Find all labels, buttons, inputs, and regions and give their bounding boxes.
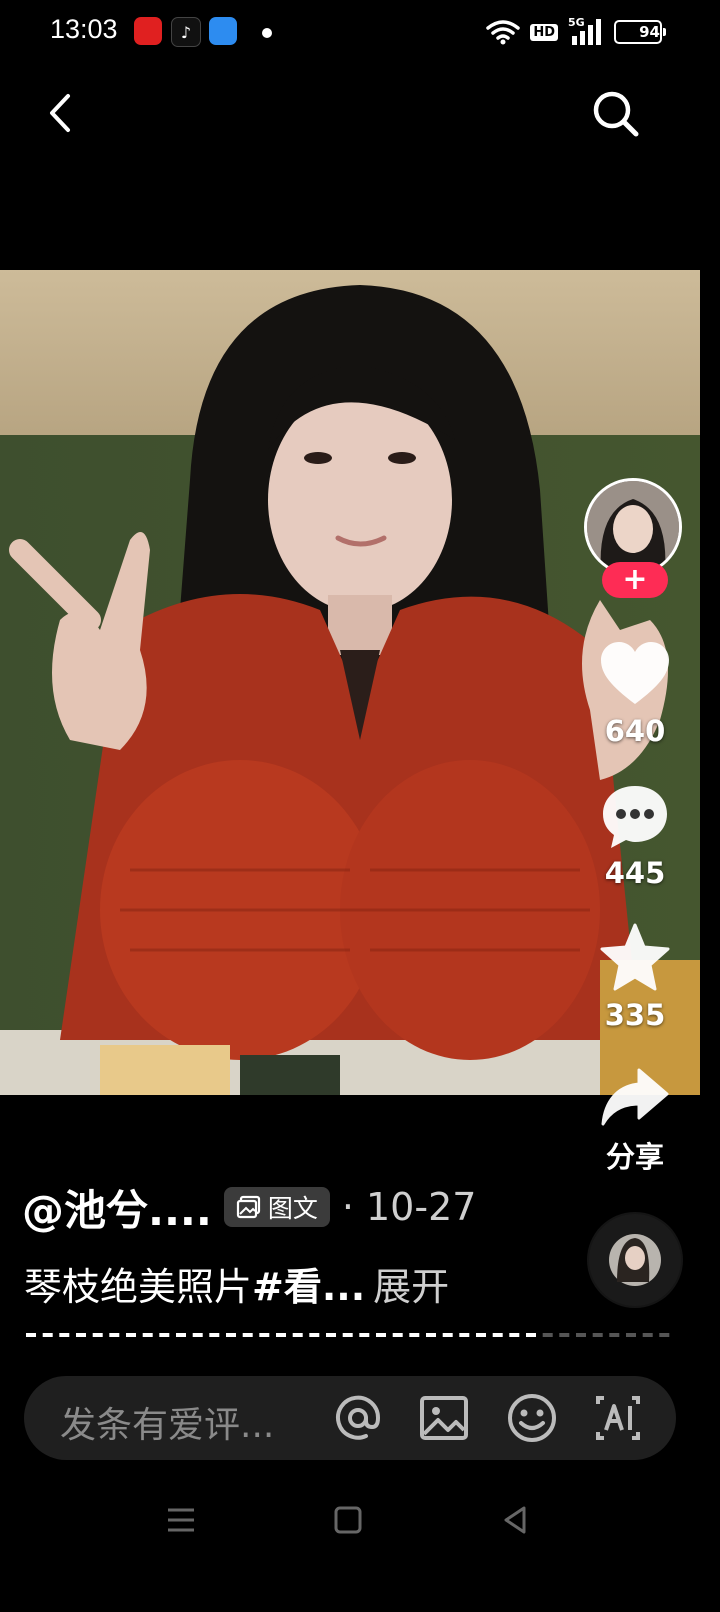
progress-segment <box>259 1333 270 1337</box>
mention-icon[interactable] <box>330 1390 386 1446</box>
progress-segment <box>309 1333 320 1337</box>
progress-segment <box>42 1333 53 1337</box>
back-button[interactable] <box>38 88 88 138</box>
progress-segment <box>59 1333 70 1337</box>
progress-segment <box>609 1333 620 1337</box>
progress-segment <box>426 1333 436 1337</box>
progress-segment <box>242 1333 253 1337</box>
favorite-count: 335 <box>604 998 666 1032</box>
post-date: · 10-27 <box>341 1185 477 1229</box>
status-indicators: HD 5G 94 <box>486 15 666 49</box>
progress-segment <box>459 1333 470 1337</box>
image-text-icon <box>236 1195 260 1219</box>
progress-segment <box>409 1333 420 1337</box>
progress-segment <box>476 1333 486 1337</box>
svg-text:♪: ♪ <box>181 23 191 42</box>
progress-segment <box>76 1333 86 1337</box>
image-progress-indicator <box>26 1333 670 1337</box>
progress-segment <box>142 1333 153 1337</box>
system-nav-bar <box>0 1480 720 1560</box>
comment-input-placeholder[interactable]: 发条有爱评... <box>60 1396 274 1448</box>
progress-segment <box>626 1333 636 1337</box>
expand-button[interactable]: 展开 <box>373 1265 449 1309</box>
progress-segment <box>509 1333 520 1337</box>
music-disc[interactable] <box>587 1212 683 1308</box>
progress-segment <box>92 1333 103 1337</box>
share-arrow-icon <box>601 1068 669 1126</box>
progress-segment <box>109 1333 120 1337</box>
progress-segment <box>326 1333 336 1337</box>
progress-segment <box>392 1333 403 1337</box>
caption-hashtag[interactable]: #看... <box>252 1265 365 1309</box>
share-label: 分享 <box>605 1140 664 1174</box>
avatar-image <box>587 481 679 573</box>
comment-count: 445 <box>604 856 666 890</box>
share-button[interactable]: 分享 <box>580 1066 690 1176</box>
status-bar: 13:03 ♪ HD 5G 94 <box>0 0 720 64</box>
progress-segment <box>192 1333 203 1337</box>
follow-button[interactable]: + <box>602 562 668 598</box>
progress-segment <box>176 1333 186 1337</box>
back-nav-icon[interactable] <box>496 1500 536 1540</box>
post-caption[interactable]: 琴枝绝美照片#看... 展开 <box>24 1256 449 1311</box>
progress-segment <box>209 1333 220 1337</box>
home-nav-icon[interactable] <box>328 1500 368 1540</box>
author-name[interactable]: @池兮.... <box>22 1177 212 1238</box>
caption-text: 琴枝绝美照片 <box>24 1265 253 1309</box>
heart-icon <box>601 642 669 704</box>
progress-segment <box>442 1333 453 1337</box>
comment-button[interactable]: 445 <box>580 782 690 890</box>
hd-badge: HD <box>530 23 558 41</box>
progress-segment <box>559 1333 570 1337</box>
battery-indicator: 94 <box>614 20 666 44</box>
progress-segment <box>526 1333 536 1337</box>
like-count: 640 <box>604 714 666 748</box>
progress-segment <box>492 1333 503 1337</box>
music-cover-image <box>589 1214 681 1306</box>
progress-segment <box>159 1333 170 1337</box>
progress-segment <box>592 1333 603 1337</box>
status-time: 13:03 <box>50 14 118 44</box>
emoji-icon[interactable] <box>504 1390 560 1446</box>
app-notification-icon-blue <box>209 17 237 45</box>
post-meta: @池兮.... 图文 · 10-27 <box>22 1180 477 1235</box>
ai-icon[interactable] <box>590 1390 646 1446</box>
comment-input-bar[interactable]: 发条有爱评... <box>24 1376 676 1460</box>
progress-segment <box>642 1333 653 1337</box>
progress-segment <box>226 1333 236 1337</box>
progress-segment <box>26 1333 36 1337</box>
like-button[interactable]: 640 <box>580 640 690 748</box>
progress-segment <box>659 1333 670 1337</box>
image-picker-icon[interactable] <box>416 1390 472 1446</box>
progress-segment <box>126 1333 136 1337</box>
signal-strength-icon: 5G <box>568 16 604 46</box>
progress-segment <box>292 1333 303 1337</box>
favorite-button[interactable]: 335 <box>580 922 690 1032</box>
tiktok-notification-icon: ♪ <box>171 17 201 47</box>
comment-icon <box>603 786 667 848</box>
menu-nav-icon[interactable] <box>160 1500 200 1540</box>
progress-segment <box>342 1333 353 1337</box>
progress-segment <box>576 1333 586 1337</box>
app-notification-icon-red <box>134 17 162 45</box>
progress-segment <box>376 1333 386 1337</box>
battery-level: 94 <box>639 23 660 41</box>
search-button[interactable] <box>588 86 642 140</box>
post-type-chip: 图文 <box>223 1187 330 1227</box>
progress-segment <box>359 1333 370 1337</box>
progress-segment <box>276 1333 286 1337</box>
star-icon <box>600 923 670 991</box>
post-type-label: 图文 <box>267 1194 318 1223</box>
more-notifications-dot <box>262 28 272 38</box>
progress-segment <box>542 1333 553 1337</box>
wifi-icon <box>486 20 521 45</box>
